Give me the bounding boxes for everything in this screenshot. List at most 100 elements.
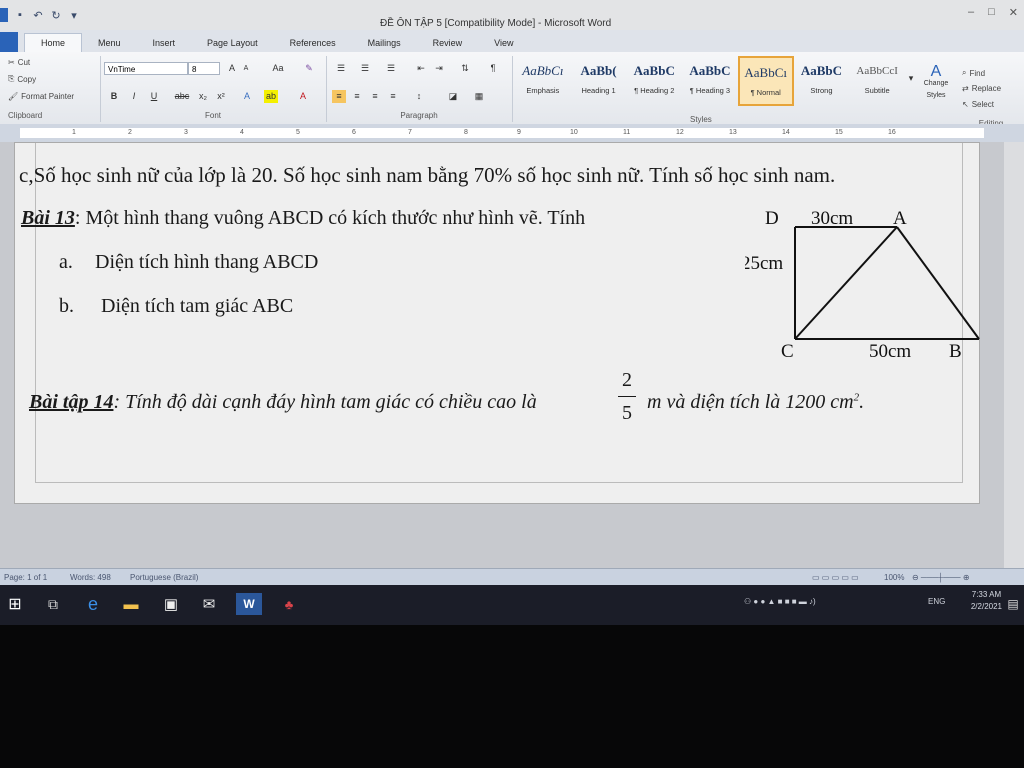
justify-icon[interactable]: ≡	[386, 90, 400, 103]
diagonal-AC	[794, 226, 898, 340]
find-button[interactable]: ⌕ Find	[962, 68, 985, 78]
show-formatting-icon[interactable]: ¶	[486, 62, 500, 75]
clear-formatting-icon[interactable]: ✎	[302, 62, 316, 75]
app-red-icon[interactable]: ♣	[278, 593, 300, 615]
multilevel-list-icon[interactable]: ☰	[382, 62, 400, 75]
minimize-icon[interactable]: –	[968, 6, 974, 19]
save-icon[interactable]: ▪	[14, 9, 26, 21]
align-left-icon[interactable]: ≡	[332, 90, 346, 103]
file-explorer-icon[interactable]: ▬	[120, 593, 142, 615]
borders-icon[interactable]: ▦	[472, 90, 486, 103]
tab-menu[interactable]: Menu	[82, 34, 137, 52]
language-indicator[interactable]: Portuguese (Brazil)	[130, 573, 198, 582]
tab-home[interactable]: Home	[24, 33, 83, 52]
windows-start-icon[interactable]: ⊞	[4, 593, 26, 615]
numbering-icon[interactable]: ☰	[356, 62, 374, 75]
maximize-icon[interactable]: □	[988, 6, 995, 19]
format-painter-button[interactable]: 🖌 Format Painter	[8, 92, 74, 101]
bai14-text: : Tính độ dài cạnh đáy hình tam giác có …	[113, 391, 537, 413]
paragraph-label: Paragraph	[400, 111, 438, 120]
ruler-tick: 6	[352, 129, 356, 136]
sort-icon[interactable]: ⇅	[458, 62, 472, 75]
tab-page-layout[interactable]: Page Layout	[191, 34, 274, 52]
change-styles-button[interactable]: A Change Styles	[918, 64, 954, 102]
style-normal[interactable]: AaBbCı ¶ Normal	[737, 56, 794, 106]
tab-references[interactable]: References	[274, 34, 352, 52]
style-strong[interactable]: AaBbC Strong	[794, 56, 850, 106]
cut-button[interactable]: ✂ Cut	[8, 58, 30, 67]
copy-button[interactable]: ⎘ Copy	[8, 74, 36, 84]
notification-icon[interactable]: ▤	[1002, 593, 1024, 615]
zoom-level[interactable]: 100%	[884, 573, 904, 582]
word-count[interactable]: Words: 498	[70, 573, 111, 582]
replace-button[interactable]: ⇄ Replace	[962, 84, 1001, 93]
zoom-slider[interactable]: ⊖ ───┼─── ⊕	[912, 573, 970, 582]
word-taskbar-icon[interactable]: W	[236, 593, 262, 615]
ruler-tick: 16	[888, 129, 896, 136]
edge-browser-icon[interactable]: e	[82, 593, 104, 615]
increase-indent-icon[interactable]: ⇥	[432, 62, 446, 75]
superscript-icon[interactable]: x²	[214, 90, 228, 103]
store-icon[interactable]: ▣	[160, 593, 182, 615]
page-count[interactable]: Page: 1 of 1	[4, 573, 47, 582]
bullets-icon[interactable]: ☰	[332, 62, 350, 75]
shrink-font-icon[interactable]: A	[240, 62, 252, 75]
subscript-icon[interactable]: x₂	[196, 90, 210, 103]
style-heading-1[interactable]: AaBb(Heading 1	[571, 56, 627, 106]
bai13-line: Bài 13: Một hình thang vuông ABCD có kíc…	[21, 207, 585, 230]
change-case-icon[interactable]: Aa	[268, 62, 288, 75]
customize-qat-icon[interactable]: ▾	[68, 9, 80, 22]
highlight-icon[interactable]: ab	[264, 90, 278, 103]
tab-review[interactable]: Review	[417, 34, 479, 52]
style-heading-2[interactable]: AaBbC ¶ Heading 2	[626, 56, 682, 106]
font-size-select[interactable]: 8	[188, 62, 220, 75]
styles-more-icon[interactable]: ▾	[907, 72, 915, 85]
fraction-bar	[618, 396, 636, 397]
grow-font-icon[interactable]: A	[226, 62, 238, 75]
word-app-icon[interactable]	[0, 8, 8, 22]
tab-insert[interactable]: Insert	[137, 34, 192, 52]
bai14-end: .	[859, 391, 865, 413]
tab-mailings[interactable]: Mailings	[352, 34, 417, 52]
document-page[interactable]: c,Số học sinh nữ của lớp là 20. Số học s…	[14, 142, 980, 504]
select-icon: ↖	[962, 100, 969, 109]
trapezoid-figure: D A C B 30cm 25cm 50cm	[745, 208, 980, 362]
title-bar: ▪ ↶ ↻ ▾ ĐỀ ÔN TẬP 5 [Compatibility Mode]…	[0, 0, 1024, 30]
vertical-scrollbar[interactable]	[1004, 142, 1024, 568]
shading-icon[interactable]: ◪	[446, 90, 460, 103]
underline-icon[interactable]: U	[148, 90, 160, 103]
style-heading-3[interactable]: AaBbC ¶ Heading 3	[682, 56, 738, 106]
line-spacing-icon[interactable]: ↕	[412, 90, 426, 103]
ruler-tick: 9	[517, 129, 521, 136]
task-view-icon[interactable]: ⧉	[42, 593, 64, 615]
screen: ▪ ↶ ↻ ▾ ĐỀ ÔN TẬP 5 [Compatibility Mode]…	[0, 0, 1024, 625]
style-subtitle[interactable]: AaBbCcI Subtitle	[849, 56, 905, 106]
redo-icon[interactable]: ↻	[50, 9, 62, 22]
undo-icon[interactable]: ↶	[32, 9, 44, 22]
decrease-indent-icon[interactable]: ⇤	[414, 62, 428, 75]
horizontal-ruler[interactable]: 1 2 3 4 5 6 7 8 9 10 11 12 13 14 15 16	[0, 124, 1024, 143]
select-button[interactable]: ↖ Select	[962, 100, 994, 109]
mail-icon[interactable]: ✉	[198, 593, 220, 615]
strikethrough-icon[interactable]: abc	[172, 90, 192, 103]
file-tab[interactable]	[0, 32, 18, 52]
font-color-icon[interactable]: A	[296, 90, 310, 103]
styles-label: Styles	[690, 115, 712, 124]
taskbar-clock[interactable]: 7:33 AM 2/2/2021	[971, 589, 1002, 613]
align-center-icon[interactable]: ≡	[350, 90, 364, 103]
italic-icon[interactable]: I	[128, 90, 140, 103]
ribbon-tabs: Home Menu Insert Page Layout References …	[0, 30, 1024, 52]
text-effects-icon[interactable]: A	[240, 90, 254, 103]
clock-time: 7:33 AM	[971, 590, 1002, 599]
ruler-tick: 13	[729, 129, 737, 136]
tab-view[interactable]: View	[478, 34, 529, 52]
system-tray-icons[interactable]: ⚇ ● ● ▲ ■ ■ ■ ▬ ♪)	[744, 597, 816, 606]
align-right-icon[interactable]: ≡	[368, 90, 382, 103]
view-buttons[interactable]: ▭ ▭ ▭ ▭ ▭	[812, 573, 859, 582]
bold-icon[interactable]: B	[108, 90, 120, 103]
font-name-select[interactable]: VnTime	[104, 62, 188, 75]
input-language[interactable]: ENG	[928, 597, 945, 606]
close-icon[interactable]: ✕	[1009, 6, 1018, 19]
quick-access-toolbar: ▪ ↶ ↻ ▾	[0, 8, 80, 22]
style-emphasis[interactable]: AaBbCı Emphasis	[515, 56, 571, 106]
